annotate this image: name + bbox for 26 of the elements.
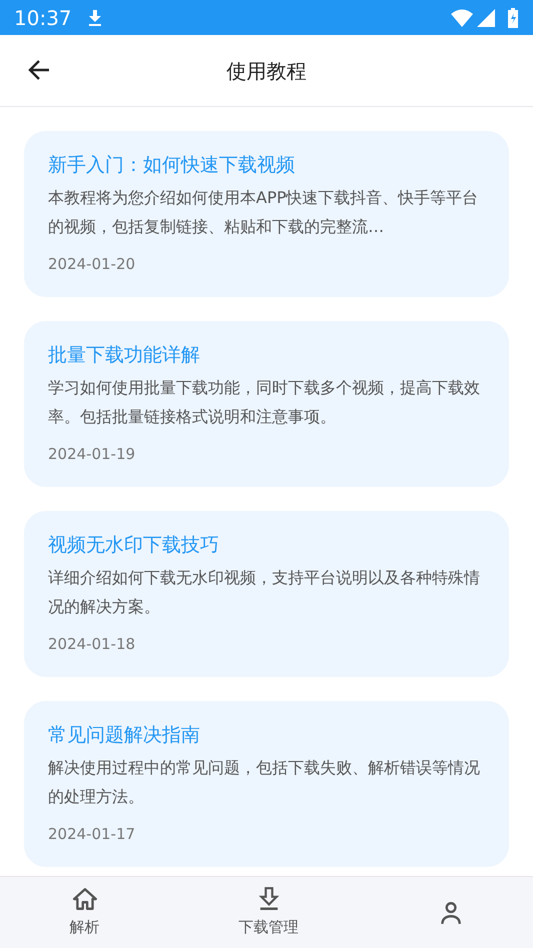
article-card[interactable]: 常见问题解决指南 解决使用过程中的常见问题，包括下载失败、解析错误等情况的处理方法。 2024-01-17 [24, 701, 509, 867]
back-button[interactable] [28, 59, 50, 81]
nav-tab[interactable]: 下载管理 [230, 882, 306, 943]
signal-icon [477, 8, 495, 26]
article-card[interactable]: 新手入门：如何快速下载视频 本教程将为您介绍如何使用本APP快速下载抖音、快手等平台的视频，包括复制链接、粘贴和下载的完整流… 2024-01-20 [24, 131, 509, 297]
article-date: 2024-01-18 [48, 634, 136, 655]
article-card[interactable]: 视频无水印下载技巧 详细介绍如何下载无水印视频，支持平台说明以及各种特殊情况的解决方案。 2024-01-18 [24, 511, 509, 677]
article-date: 2024-01-19 [48, 444, 136, 465]
status-time: 10:37 [14, 4, 72, 32]
article-date: 2024-01-20 [48, 254, 136, 275]
wifi-icon [451, 8, 473, 26]
home-icon [72, 886, 98, 912]
page-title: 使用教程 [226, 58, 306, 84]
article-card[interactable]: 批量下载功能详解 学习如何使用批量下载功能，同时下载多个视频，提高下载效率。包括批量链接格式说明和注意事项。 2024-01-19 [24, 321, 509, 487]
article-summary: 详细介绍如何下载无水印视频，支持平台说明以及各种特殊情况的解决方案。 [48, 567, 481, 618]
nav-tab[interactable]: 解析 [62, 882, 108, 943]
article-summary: 解决使用过程中的常见问题，包括下载失败、解析错误等情况的处理方法。 [48, 757, 481, 808]
article-title: 新手入门：如何快速下载视频 [48, 153, 296, 178]
article-date: 2024-01-17 [48, 824, 136, 845]
battery-icon [507, 8, 519, 28]
download-icon [88, 10, 102, 26]
article-title: 视频无水印下载技巧 [48, 533, 220, 558]
article-summary: 学习如何使用批量下载功能，同时下载多个视频，提高下载效率。包括批量链接格式说明和注意事项。 [48, 377, 481, 428]
article-summary: 本教程将为您介绍如何使用本APP快速下载抖音、快手等平台的视频，包括复制链接、粘贴和下载的完整流… [48, 187, 480, 238]
article-title: 批量下载功能详解 [48, 343, 201, 368]
article-title: 常见问题解决指南 [48, 723, 201, 748]
